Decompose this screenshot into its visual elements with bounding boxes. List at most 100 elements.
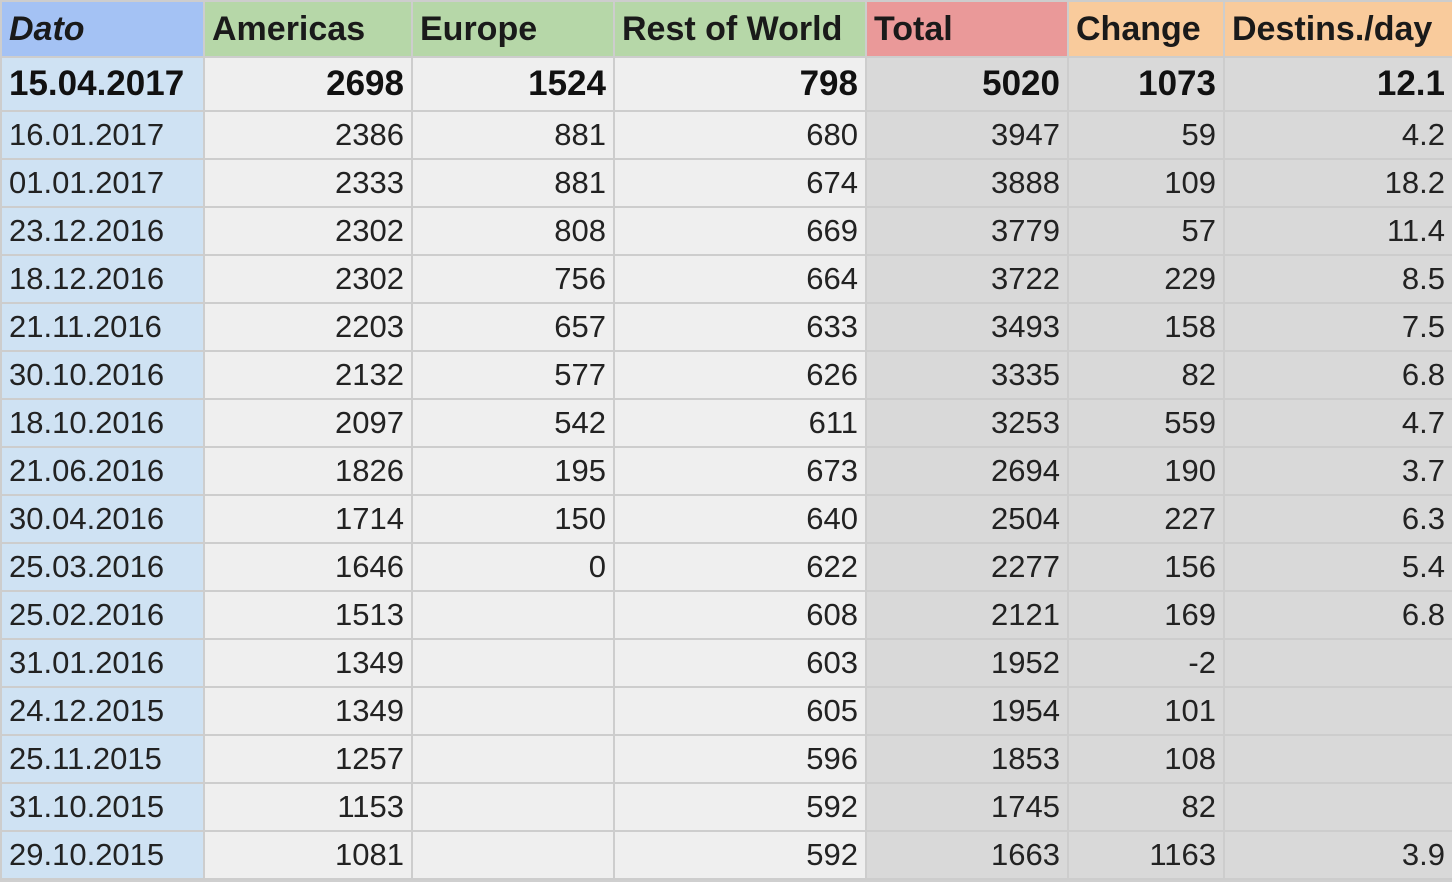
cell-total[interactable]: 3722 (865, 254, 1069, 304)
cell-europe[interactable]: 542 (411, 398, 615, 448)
cell-change[interactable]: 108 (1067, 734, 1225, 784)
cell-destins-per-day[interactable]: 6.8 (1223, 350, 1452, 400)
cell-total[interactable]: 2504 (865, 494, 1069, 544)
header-cell-americas[interactable]: Americas (203, 0, 413, 58)
cell-rest-of-world[interactable]: 592 (613, 782, 867, 832)
cell-destins-per-day[interactable]: 3.9 (1223, 830, 1452, 880)
cell-change[interactable]: 156 (1067, 542, 1225, 592)
header-cell-dato[interactable]: Dato (0, 0, 205, 58)
cell-total[interactable]: 1954 (865, 686, 1069, 736)
cell-total[interactable]: 2694 (865, 446, 1069, 496)
cell-date[interactable]: 31.01.2016 (0, 638, 205, 688)
cell-americas[interactable]: 2132 (203, 350, 413, 400)
header-cell-destins-per-day[interactable]: Destins./day (1223, 0, 1452, 58)
cell-change[interactable]: 169 (1067, 590, 1225, 640)
cell-americas[interactable]: 2203 (203, 302, 413, 352)
cell-americas[interactable]: 2386 (203, 110, 413, 160)
header-cell-change[interactable]: Change (1067, 0, 1225, 58)
cell-europe[interactable] (411, 782, 615, 832)
cell-destins-per-day[interactable]: 7.5 (1223, 302, 1452, 352)
cell-total[interactable]: 3493 (865, 302, 1069, 352)
cell-europe[interactable] (411, 734, 615, 784)
cell-change[interactable]: 82 (1067, 350, 1225, 400)
cell-date[interactable]: 30.10.2016 (0, 350, 205, 400)
cell-europe[interactable]: 195 (411, 446, 615, 496)
cell-europe[interactable] (411, 830, 615, 880)
cell-total[interactable]: 1663 (865, 830, 1069, 880)
cell-destins-per-day[interactable]: 6.8 (1223, 590, 1452, 640)
cell-europe[interactable]: 150 (411, 494, 615, 544)
cell-date[interactable]: 30.04.2016 (0, 494, 205, 544)
cell-date[interactable]: 25.03.2016 (0, 542, 205, 592)
cell-total[interactable]: 1853 (865, 734, 1069, 784)
cell-date[interactable]: 18.10.2016 (0, 398, 205, 448)
cell-americas[interactable]: 1349 (203, 638, 413, 688)
cell-americas[interactable]: 1349 (203, 686, 413, 736)
cell-change[interactable]: 1163 (1067, 830, 1225, 880)
cell-europe[interactable] (411, 686, 615, 736)
cell-europe[interactable]: 1524 (411, 56, 615, 112)
cell-americas[interactable]: 2333 (203, 158, 413, 208)
cell-change[interactable]: 158 (1067, 302, 1225, 352)
cell-total[interactable]: 3779 (865, 206, 1069, 256)
cell-date[interactable]: 01.01.2017 (0, 158, 205, 208)
cell-destins-per-day[interactable]: 3.7 (1223, 446, 1452, 496)
cell-americas[interactable]: 1081 (203, 830, 413, 880)
cell-change[interactable]: 59 (1067, 110, 1225, 160)
cell-europe[interactable]: 0 (411, 542, 615, 592)
cell-rest-of-world[interactable]: 669 (613, 206, 867, 256)
cell-americas[interactable]: 2097 (203, 398, 413, 448)
cell-rest-of-world[interactable]: 596 (613, 734, 867, 784)
cell-rest-of-world[interactable]: 611 (613, 398, 867, 448)
cell-rest-of-world[interactable]: 640 (613, 494, 867, 544)
cell-rest-of-world[interactable]: 603 (613, 638, 867, 688)
cell-total[interactable]: 3335 (865, 350, 1069, 400)
cell-date[interactable]: 29.10.2015 (0, 830, 205, 880)
cell-europe[interactable]: 657 (411, 302, 615, 352)
cell-americas[interactable]: 1513 (203, 590, 413, 640)
cell-change[interactable]: 57 (1067, 206, 1225, 256)
header-cell-europe[interactable]: Europe (411, 0, 615, 58)
cell-change[interactable]: 229 (1067, 254, 1225, 304)
cell-destins-per-day[interactable] (1223, 638, 1452, 688)
cell-total[interactable]: 2121 (865, 590, 1069, 640)
cell-date[interactable]: 23.12.2016 (0, 206, 205, 256)
cell-change[interactable]: 227 (1067, 494, 1225, 544)
cell-change[interactable]: -2 (1067, 638, 1225, 688)
cell-change[interactable]: 559 (1067, 398, 1225, 448)
cell-rest-of-world[interactable]: 680 (613, 110, 867, 160)
cell-destins-per-day[interactable]: 11.4 (1223, 206, 1452, 256)
cell-destins-per-day[interactable] (1223, 734, 1452, 784)
cell-destins-per-day[interactable]: 8.5 (1223, 254, 1452, 304)
cell-rest-of-world[interactable]: 798 (613, 56, 867, 112)
cell-total[interactable]: 3888 (865, 158, 1069, 208)
cell-total[interactable]: 1745 (865, 782, 1069, 832)
cell-rest-of-world[interactable]: 674 (613, 158, 867, 208)
cell-change[interactable]: 1073 (1067, 56, 1225, 112)
cell-destins-per-day[interactable]: 5.4 (1223, 542, 1452, 592)
cell-date[interactable]: 15.04.2017 (0, 56, 205, 112)
cell-europe[interactable]: 756 (411, 254, 615, 304)
cell-total[interactable]: 1952 (865, 638, 1069, 688)
cell-rest-of-world[interactable]: 626 (613, 350, 867, 400)
cell-americas[interactable]: 1714 (203, 494, 413, 544)
cell-destins-per-day[interactable]: 4.2 (1223, 110, 1452, 160)
cell-rest-of-world[interactable]: 673 (613, 446, 867, 496)
cell-date[interactable]: 18.12.2016 (0, 254, 205, 304)
cell-americas[interactable]: 2302 (203, 254, 413, 304)
cell-destins-per-day[interactable]: 12.1 (1223, 56, 1452, 112)
header-cell-total[interactable]: Total (865, 0, 1069, 58)
cell-destins-per-day[interactable]: 4.7 (1223, 398, 1452, 448)
cell-europe[interactable]: 881 (411, 110, 615, 160)
cell-total[interactable]: 3947 (865, 110, 1069, 160)
cell-date[interactable]: 16.01.2017 (0, 110, 205, 160)
cell-americas[interactable]: 2698 (203, 56, 413, 112)
cell-destins-per-day[interactable]: 18.2 (1223, 158, 1452, 208)
cell-rest-of-world[interactable]: 592 (613, 830, 867, 880)
cell-date[interactable]: 24.12.2015 (0, 686, 205, 736)
cell-date[interactable]: 21.06.2016 (0, 446, 205, 496)
cell-destins-per-day[interactable]: 6.3 (1223, 494, 1452, 544)
cell-americas[interactable]: 2302 (203, 206, 413, 256)
cell-europe[interactable] (411, 590, 615, 640)
cell-rest-of-world[interactable]: 633 (613, 302, 867, 352)
